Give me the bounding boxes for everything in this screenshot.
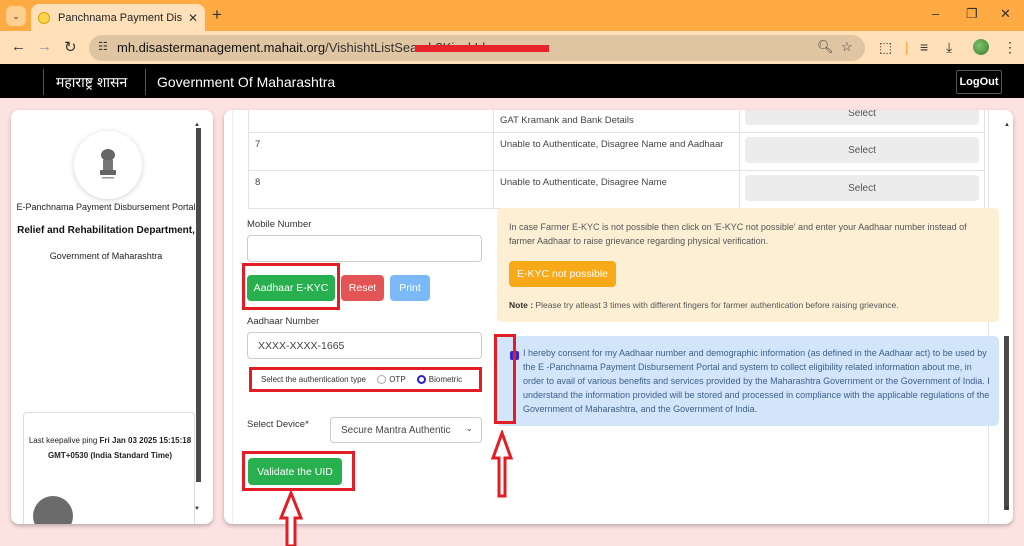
government-name: Government of Maharashtra — [49, 251, 163, 261]
restore-icon[interactable]: ❐ — [966, 6, 978, 22]
reload-icon[interactable]: ↻ — [64, 38, 77, 56]
annotation-highlight-box — [242, 263, 340, 310]
download-icon[interactable]: ⤓ — [946, 39, 952, 56]
row-reason: Unable to Authenticate, Disagree Name — [493, 170, 740, 209]
table-row: 7 Unable to Authenticate, Disagree Name … — [248, 132, 985, 171]
annotation-highlight-box — [494, 334, 516, 424]
state-emblem-logo — [74, 131, 142, 199]
media-queue-icon[interactable]: ≡ — [920, 39, 928, 55]
biometric-radio[interactable] — [416, 375, 426, 385]
header-divider — [145, 69, 146, 95]
favicon-icon — [38, 11, 50, 24]
row-number — [248, 110, 494, 133]
device-select-value: Secure Mantra Authentic — [341, 424, 451, 436]
header-divider — [43, 69, 44, 95]
kebab-menu-icon[interactable]: ⋮ — [1003, 39, 1017, 56]
scroll-down-arrow[interactable]: ▼ — [1004, 506, 1010, 512]
row-number: 7 — [248, 132, 494, 171]
forward-arrow-icon[interactable]: → — [37, 38, 52, 55]
ekyc-warning-box: In case Farmer E-KYC is not possible the… — [497, 208, 999, 322]
table-row: GAT Kramank and Bank Details Select — [248, 110, 985, 133]
mobile-number-label: Mobile Number — [247, 219, 312, 230]
close-tab-icon[interactable]: ✕ — [188, 11, 198, 25]
chevron-down-icon: ⌄ — [12, 10, 20, 21]
tune-icon[interactable]: ☷ — [98, 40, 108, 53]
note-text: Note : Please try atleast 3 times with d… — [509, 300, 899, 310]
select-button[interactable]: Select — [745, 137, 979, 163]
auth-type-group: Select the authentication type OTP Biome… — [261, 375, 462, 385]
aadhaar-number-input[interactable]: XXXX-XXXX-1665 — [247, 332, 482, 359]
sidebar-scrollbar-thumb[interactable] — [196, 128, 201, 482]
keepalive-text: Last keepalive ping Fri Jan 03 2025 15:1… — [28, 436, 192, 460]
auth-type-label: Select the authentication type — [261, 375, 366, 384]
lion-capital-icon — [100, 149, 116, 179]
aadhaar-number-label: Aadhaar Number — [247, 316, 320, 327]
site-header: महाराष्ट्र शासन Government Of Maharashtr… — [0, 64, 1024, 98]
zoom-icon[interactable]: 🔍︎ — [817, 39, 834, 55]
redaction-bar — [415, 45, 549, 52]
consent-text: I hereby consent for my Aadhaar number a… — [523, 348, 990, 414]
toolbar-divider: | — [905, 39, 909, 55]
annotation-arrow-icon — [490, 430, 514, 498]
tab-search-button[interactable]: ⌄ — [6, 6, 26, 26]
tab-title: Panchnama Payment Disbursem — [58, 11, 182, 24]
close-window-icon[interactable]: ✕ — [1000, 6, 1011, 22]
scroll-down-arrow[interactable]: ▼ — [194, 506, 200, 512]
select-button[interactable]: Select — [745, 175, 979, 201]
select-button[interactable]: Select — [745, 110, 979, 125]
annotation-highlight-box — [242, 451, 355, 491]
grievance-table: GAT Kramank and Bank Details Select 7 Un… — [248, 110, 985, 209]
new-tab-button[interactable]: + — [212, 5, 222, 25]
chevron-down-icon: ⌄ — [465, 423, 473, 433]
browser-tab[interactable]: Panchnama Payment Disbursem ✕ — [31, 4, 205, 31]
puzzle-icon[interactable]: ⬚ — [879, 39, 892, 56]
star-icon[interactable]: ☆ — [841, 39, 853, 55]
reset-button[interactable]: Reset — [341, 275, 384, 301]
logout-button[interactable]: LogOut — [956, 70, 1002, 94]
address-bar[interactable]: ☷ mh.disastermanagement.mahait.org/Vishi… — [89, 35, 865, 61]
minimize-icon[interactable]: – — [932, 6, 939, 21]
profile-avatar[interactable] — [973, 39, 989, 55]
scroll-up-arrow[interactable]: ▲ — [1004, 122, 1010, 128]
warning-text: In case Farmer E-KYC is not possible the… — [509, 222, 967, 246]
select-device-label: Select Device* — [247, 419, 309, 430]
print-button[interactable]: Print — [390, 275, 430, 301]
ekyc-not-possible-button[interactable]: E-KYC not possible — [509, 261, 616, 287]
main-scroll-area: GAT Kramank and Bank Details Select 7 Un… — [232, 110, 999, 524]
table-row: 8 Unable to Authenticate, Disagree Name … — [248, 170, 985, 209]
main-panel: GAT Kramank and Bank Details Select 7 Un… — [224, 110, 1013, 524]
annotation-arrow-icon — [278, 490, 304, 546]
portal-name: E-Panchnama Payment Disbursement Portal — [16, 202, 196, 212]
device-select[interactable]: Secure Mantra Authentic ⌄ — [330, 417, 482, 443]
otp-label[interactable]: OTP — [389, 375, 405, 384]
biometric-label[interactable]: Biometric — [429, 375, 462, 384]
browser-tab-bar: ⌄ Panchnama Payment Disbursem ✕ + – ❐ ✕ — [0, 0, 1024, 31]
back-arrow-icon[interactable]: ← — [11, 38, 26, 55]
row-number: 8 — [248, 170, 494, 209]
main-scrollbar-thumb[interactable] — [1004, 336, 1009, 510]
row-reason: Unable to Authenticate, Disagree Name an… — [493, 132, 740, 171]
row-reason: GAT Kramank and Bank Details — [493, 110, 740, 133]
browser-toolbar: ← → ↻ ☷ mh.disastermanagement.mahait.org… — [0, 31, 1024, 64]
consent-box: ✓ I hereby consent for my Aadhaar number… — [497, 336, 999, 426]
mobile-number-input[interactable] — [247, 235, 482, 262]
otp-radio[interactable] — [377, 375, 387, 385]
marathi-title: महाराष्ट्र शासन — [56, 74, 128, 90]
government-title: Government Of Maharashtra — [157, 74, 336, 90]
sidebar: E-Panchnama Payment Disbursement Portal … — [11, 110, 213, 524]
department-name: Relief and Rehabilitation Department, — [17, 225, 195, 236]
